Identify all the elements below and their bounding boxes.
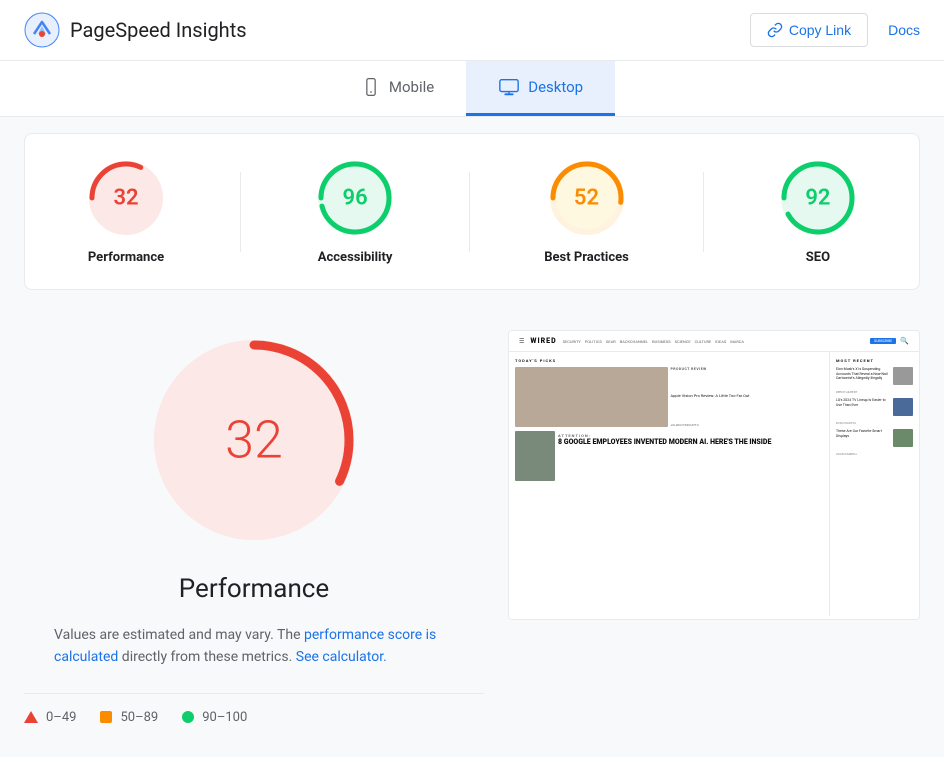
performance-detail-left: 32 Performance Values are estimated and … bbox=[24, 330, 484, 725]
score-value-best-practices: 52 bbox=[574, 186, 599, 211]
score-label-performance: Performance bbox=[88, 250, 164, 265]
tabs-container: Mobile Desktop bbox=[0, 61, 944, 117]
mock-sidebar-img-3 bbox=[893, 429, 913, 447]
divider-2 bbox=[469, 172, 470, 252]
score-circle-seo: 92 bbox=[778, 158, 858, 238]
legend-icon-low bbox=[24, 711, 38, 723]
screenshot-mock: ☰ WIRED SECURITY POLITICS GEAR BACKCHANN… bbox=[509, 331, 919, 619]
legend-item-low: 0–49 bbox=[24, 710, 76, 725]
legend-range-high: 90–100 bbox=[202, 710, 247, 725]
divider-1 bbox=[240, 172, 241, 252]
performance-description: Values are estimated and may vary. The p… bbox=[54, 624, 454, 669]
copy-link-button[interactable]: Copy Link bbox=[750, 13, 868, 47]
performance-screenshot-area: ☰ WIRED SECURITY POLITICS GEAR BACKCHANN… bbox=[508, 330, 920, 725]
mock-sidebar-text-2: LG's 2024 TV Lineup Is Easier to Use Tha… bbox=[836, 398, 890, 407]
pagespeed-logo bbox=[24, 12, 60, 48]
header: PageSpeed Insights Copy Link Docs bbox=[0, 0, 944, 61]
tab-mobile-label: Mobile bbox=[389, 78, 434, 96]
legend-item-high: 90–100 bbox=[182, 710, 247, 725]
mock-most-recent-label: MOST RECENT bbox=[836, 358, 913, 363]
desc-start: Values are estimated and may vary. The bbox=[54, 627, 301, 643]
score-card-accessibility[interactable]: 96 Accessibility bbox=[315, 158, 395, 265]
score-label-accessibility: Accessibility bbox=[318, 250, 393, 265]
mock-sidebar-byline-3: ADAM FARRELL bbox=[836, 452, 913, 456]
score-label-seo: SEO bbox=[806, 250, 830, 265]
tab-desktop-label: Desktop bbox=[528, 78, 583, 96]
score-value-performance: 32 bbox=[113, 186, 138, 211]
mock-sidebar-item-3: These Are Our Favorite Smart Displays bbox=[836, 429, 913, 447]
tab-desktop[interactable]: Desktop bbox=[466, 61, 615, 116]
mock-subscribe-btn: SUBSCRIBE bbox=[870, 338, 896, 344]
score-cards: 32 Performance 96 Accessibility bbox=[49, 158, 895, 265]
mock-sidebar-byline-1: REECE GILBERT bbox=[836, 390, 913, 394]
main-content: 32 Performance 96 Accessibility bbox=[0, 117, 944, 757]
mock-sidebar-img-1 bbox=[893, 367, 913, 385]
mock-sidebar-text-3: These Are Our Favorite Smart Displays bbox=[836, 429, 890, 438]
copy-link-label: Copy Link bbox=[789, 22, 851, 38]
mock-picks-label: TODAY'S PICKS bbox=[515, 358, 823, 363]
header-right: Copy Link Docs bbox=[750, 13, 920, 47]
score-cards-container: 32 Performance 96 Accessibility bbox=[24, 133, 920, 290]
legend-item-medium: 50–89 bbox=[100, 710, 158, 725]
mock-featured-img-1 bbox=[515, 367, 668, 427]
mock-navbar: ☰ WIRED SECURITY POLITICS GEAR BACKCHANN… bbox=[509, 331, 919, 352]
score-card-best-practices[interactable]: 52 Best Practices bbox=[544, 158, 629, 265]
mock-bottom-story: ATTENTION: 8 GOOGLE EMPLOYEES INVENTED M… bbox=[515, 431, 823, 481]
mock-sidebar-img-2 bbox=[893, 398, 913, 416]
mobile-icon bbox=[361, 77, 381, 97]
score-circle-performance: 32 bbox=[86, 158, 166, 238]
score-label-best-practices: Best Practices bbox=[544, 250, 629, 265]
calculator-link[interactable]: See calculator. bbox=[296, 649, 387, 665]
mock-content: TODAY'S PICKS PRODUCT REVIEW Apple Visio… bbox=[509, 352, 919, 616]
mock-article-headline: Apple Vision Pro Review: A Little Too Fa… bbox=[671, 393, 824, 398]
mock-sidebar-item-2: LG's 2024 TV Lineup Is Easier to Use Tha… bbox=[836, 398, 913, 416]
desc-middle: directly from these metrics. bbox=[122, 649, 292, 665]
mock-sidebar-byline-2: RYAN WAPATA bbox=[836, 421, 913, 425]
score-card-performance[interactable]: 32 Performance bbox=[86, 158, 166, 265]
screenshot-container: ☰ WIRED SECURITY POLITICS GEAR BACKCHANN… bbox=[508, 330, 920, 620]
mock-nav-links: SECURITY POLITICS GEAR BACKCHANNEL BUSIN… bbox=[563, 339, 744, 344]
mock-sidebar: MOST RECENT Elon Musk's X Is Suspending … bbox=[829, 352, 919, 616]
divider-3 bbox=[703, 172, 704, 252]
tab-mobile[interactable]: Mobile bbox=[329, 61, 466, 116]
mock-big-headline: 8 GOOGLE EMPLOYEES INVENTED MODERN AI. H… bbox=[558, 438, 771, 446]
link-icon bbox=[767, 22, 783, 38]
mock-nav-right: SUBSCRIBE 🔍 bbox=[870, 337, 909, 345]
score-card-seo[interactable]: 92 SEO bbox=[778, 158, 858, 265]
header-left: PageSpeed Insights bbox=[24, 12, 247, 48]
mock-featured-text: PRODUCT REVIEW Apple Vision Pro Review: … bbox=[671, 367, 824, 427]
score-circle-accessibility: 96 bbox=[315, 158, 395, 238]
mock-featured-grid: PRODUCT REVIEW Apple Vision Pro Review: … bbox=[515, 367, 823, 427]
score-value-accessibility: 96 bbox=[343, 186, 368, 211]
mock-big-headline-wrapper: ATTENTION: 8 GOOGLE EMPLOYEES INVENTED M… bbox=[558, 431, 771, 446]
mock-site-logo: WIRED bbox=[530, 337, 556, 345]
legend-icon-medium bbox=[100, 711, 112, 723]
legend-range-medium: 50–89 bbox=[120, 710, 158, 725]
score-circle-best-practices: 52 bbox=[547, 158, 627, 238]
large-score-circle: 32 bbox=[144, 330, 364, 550]
legend-icon-high bbox=[182, 711, 194, 723]
mock-main-content: TODAY'S PICKS PRODUCT REVIEW Apple Visio… bbox=[509, 352, 829, 616]
mock-sidebar-item-1: Elon Musk's X Is Suspending Accounts Tha… bbox=[836, 367, 913, 385]
score-legend: 0–49 50–89 90–100 bbox=[24, 693, 484, 725]
score-value-seo: 92 bbox=[805, 186, 830, 211]
mock-tag: PRODUCT REVIEW bbox=[671, 367, 824, 371]
app-title: PageSpeed Insights bbox=[70, 18, 247, 42]
performance-detail-section: 32 Performance Values are estimated and … bbox=[24, 314, 920, 741]
performance-title: Performance bbox=[179, 574, 329, 604]
legend-range-low: 0–49 bbox=[46, 710, 76, 725]
mock-article-byline: JULIAN CHOKKATTU bbox=[671, 423, 824, 427]
mock-sidebar-text-1: Elon Musk's X Is Suspending Accounts Tha… bbox=[836, 367, 890, 381]
mock-portrait-img bbox=[515, 431, 555, 481]
large-score-value: 32 bbox=[225, 410, 283, 471]
docs-button[interactable]: Docs bbox=[888, 22, 920, 38]
desktop-icon bbox=[498, 77, 520, 97]
